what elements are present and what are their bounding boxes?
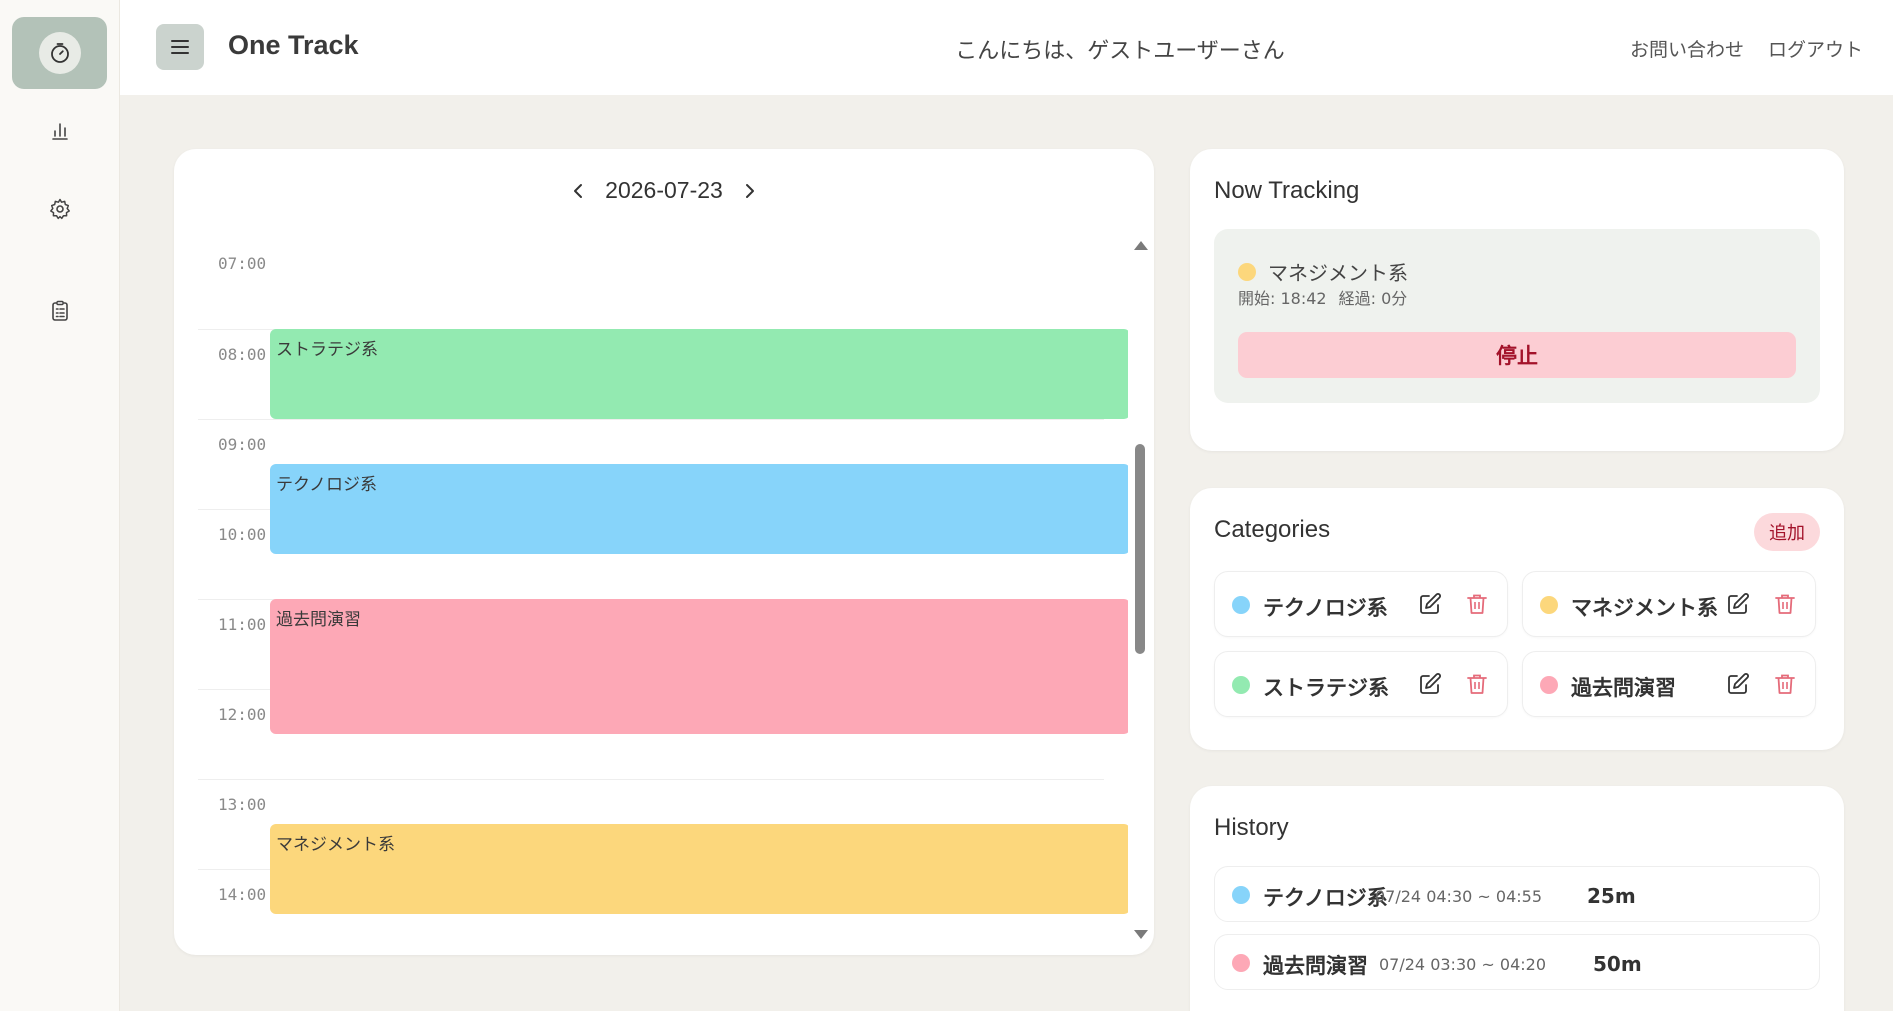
tracking-title: Now Tracking	[1214, 177, 1360, 204]
time-entry-label: ストラテジ系	[276, 340, 378, 360]
menu-button[interactable]	[156, 24, 204, 70]
bar-chart-icon	[51, 123, 68, 140]
sidebar-item-stats[interactable]	[12, 95, 107, 167]
time-entry-block[interactable]: テクノロジ系	[270, 464, 1128, 554]
edit-icon[interactable]	[1726, 672, 1750, 700]
categories-card: Categories 追加 テクノロジ系 マネジメント系ストラテジ系 過去問演習	[1190, 488, 1844, 750]
add-category-button[interactable]: 追加	[1754, 513, 1820, 551]
category-item[interactable]: 過去問演習	[1522, 651, 1816, 717]
category-name: マネジメント系	[1571, 596, 1718, 620]
clipboard-icon	[51, 300, 68, 321]
time-entry-label: テクノロジ系	[276, 475, 377, 495]
categories-title: Categories	[1214, 516, 1331, 543]
history-duration: 25m	[1587, 884, 1636, 908]
trash-icon[interactable]	[1774, 592, 1796, 620]
hour-label: 14:00	[218, 885, 267, 904]
trash-icon[interactable]	[1774, 672, 1796, 700]
category-color-dot	[1232, 596, 1250, 614]
chevron-right-icon	[745, 183, 754, 198]
trash-icon[interactable]	[1466, 672, 1488, 700]
history-time-range: 07/24 03:30 ~ 04:20	[1379, 955, 1546, 974]
current-date: 2026-07-23	[605, 177, 723, 203]
tracking-meta: 開始: 18:42 経過: 0分	[1238, 285, 1407, 309]
hour-label: 10:00	[218, 525, 267, 544]
hour-label: 08:00	[218, 345, 267, 364]
sidebar-item-timer[interactable]	[12, 17, 107, 89]
history-time-range: 07/24 04:30 ~ 04:55	[1375, 887, 1542, 906]
scroll-up-arrow[interactable]	[1134, 241, 1148, 250]
sidebar-item-settings[interactable]	[12, 173, 107, 245]
tracking-start: 開始: 18:42	[1238, 289, 1327, 308]
history-card: History テクノロジ系 07/24 04:30 ~ 04:55 25m 過去問演…	[1190, 786, 1844, 1011]
timeline-scrollbar[interactable]	[1132, 239, 1148, 939]
sidebar-item-records[interactable]	[12, 275, 107, 347]
scroll-down-arrow[interactable]	[1134, 930, 1148, 939]
edit-icon[interactable]	[1726, 592, 1750, 620]
category-name: 過去問演習	[1571, 676, 1676, 700]
history-item[interactable]: 過去問演習 07/24 03:30 ~ 04:20 50m	[1214, 934, 1820, 990]
edit-icon[interactable]	[1418, 592, 1442, 620]
category-item[interactable]: テクノロジ系	[1214, 571, 1508, 637]
category-color-dot	[1540, 676, 1558, 694]
category-color-dot	[1540, 596, 1558, 614]
time-entry-block[interactable]: ストラテジ系	[270, 329, 1128, 419]
history-category: 過去問演習	[1263, 954, 1368, 978]
history-item[interactable]: テクノロジ系 07/24 04:30 ~ 04:55 25m	[1214, 866, 1820, 922]
edit-icon[interactable]	[1418, 672, 1442, 700]
prev-day-button[interactable]	[571, 182, 585, 200]
date-navigator: 2026-07-23	[174, 177, 1154, 204]
hour-label: 07:00	[218, 254, 267, 273]
gear-icon	[49, 198, 70, 220]
hamburger-icon	[171, 40, 189, 54]
trash-icon[interactable]	[1466, 592, 1488, 620]
day-timeline[interactable]: 07:00 08:00 09:00 10:00 11:00 12:00 13:00 14:00…	[198, 239, 1128, 939]
category-color-dot	[1232, 886, 1250, 904]
scrollbar-thumb[interactable]	[1135, 444, 1145, 654]
hour-label: 09:00	[218, 435, 267, 454]
now-tracking-card: Now Tracking マネジメント系 開始: 18:42 経過: 0分 停止	[1190, 149, 1844, 451]
category-name: テクノロジ系	[1263, 596, 1388, 620]
chevron-left-icon	[574, 183, 583, 198]
app-title: One Track	[228, 30, 359, 60]
category-item[interactable]: ストラテジ系	[1214, 651, 1508, 717]
history-category: テクノロジ系	[1263, 886, 1388, 910]
time-entry-block[interactable]: 過去問演習	[270, 599, 1128, 734]
hour-label: 11:00	[218, 615, 267, 634]
tracking-elapsed: 経過: 0分	[1338, 289, 1408, 308]
greeting-text: こんにちは、ゲストユーザーさん	[955, 39, 1285, 64]
history-title: History	[1214, 814, 1289, 841]
header: One Track こんにちは、ゲストユーザーさん お問い合わせ ログアウト	[120, 0, 1893, 95]
tracking-category: マネジメント系	[1238, 257, 1408, 286]
hour-label: 12:00	[218, 705, 267, 724]
contact-link[interactable]: お問い合わせ	[1630, 35, 1744, 62]
tracking-category-name: マネジメント系	[1268, 261, 1408, 285]
category-item[interactable]: マネジメント系	[1522, 571, 1816, 637]
header-links: お問い合わせ ログアウト	[1630, 35, 1863, 62]
category-color-dot	[1232, 676, 1250, 694]
time-entry-block[interactable]: マネジメント系	[270, 824, 1128, 914]
history-duration: 50m	[1593, 952, 1642, 976]
time-entry-label: マネジメント系	[276, 835, 395, 855]
category-color-dot	[1232, 954, 1250, 972]
category-color-dot	[1238, 262, 1256, 281]
category-name: ストラテジ系	[1263, 676, 1389, 700]
timer-bubble	[38, 32, 81, 74]
sidebar	[0, 0, 120, 1011]
logout-link[interactable]: ログアウト	[1768, 35, 1863, 62]
timer-icon	[50, 43, 69, 63]
calendar-card: 2026-07-23 07:00 08:00 09:00 10:00 11:00 12:0…	[174, 149, 1154, 955]
stop-button[interactable]: 停止	[1238, 332, 1796, 378]
hour-label: 13:00	[218, 795, 267, 814]
hour-row: 07:00	[198, 239, 1104, 329]
time-entry-label: 過去問演習	[276, 610, 361, 630]
tracking-box: マネジメント系 開始: 18:42 経過: 0分 停止	[1214, 229, 1820, 403]
next-day-button[interactable]	[743, 182, 757, 200]
